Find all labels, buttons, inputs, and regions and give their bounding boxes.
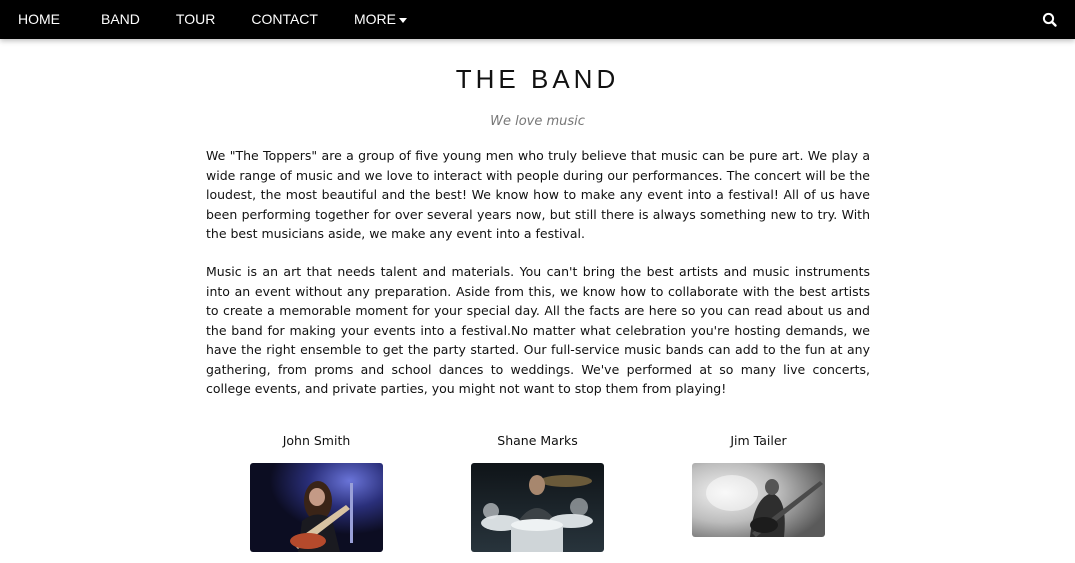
member-photo[interactable]	[692, 463, 825, 537]
member-name: Shane Marks	[497, 433, 578, 448]
member-card: Jim Tailer	[692, 433, 825, 537]
band-description-paragraph: We "The Toppers" are a group of five you…	[206, 148, 870, 241]
search-icon[interactable]	[1041, 11, 1059, 29]
band-tagline: We love music	[490, 114, 585, 129]
band-section-title: THE BAND	[455, 64, 620, 94]
member-card: John Smith	[250, 433, 383, 552]
band-description-paragraph: Music is an art that needs talent and ma…	[206, 264, 870, 396]
top-navbar: HOME BAND TOUR CONTACT MORE	[0, 0, 1075, 39]
nav-band-link[interactable]: BAND	[83, 0, 158, 39]
caret-down-icon	[398, 17, 407, 23]
nav-tour-link[interactable]: TOUR	[158, 0, 233, 39]
member-name: Jim Tailer	[730, 433, 787, 448]
nav-more-dropdown[interactable]: MORE	[336, 0, 425, 39]
nav-more-label: MORE	[353, 11, 396, 27]
nav-contact-link[interactable]: CONTACT	[233, 0, 336, 39]
nav-home-link[interactable]: HOME	[0, 0, 78, 39]
member-name: John Smith	[282, 433, 351, 448]
member-photo[interactable]	[471, 463, 604, 552]
member-card: Shane Marks	[471, 433, 604, 552]
member-photo[interactable]	[250, 463, 383, 552]
